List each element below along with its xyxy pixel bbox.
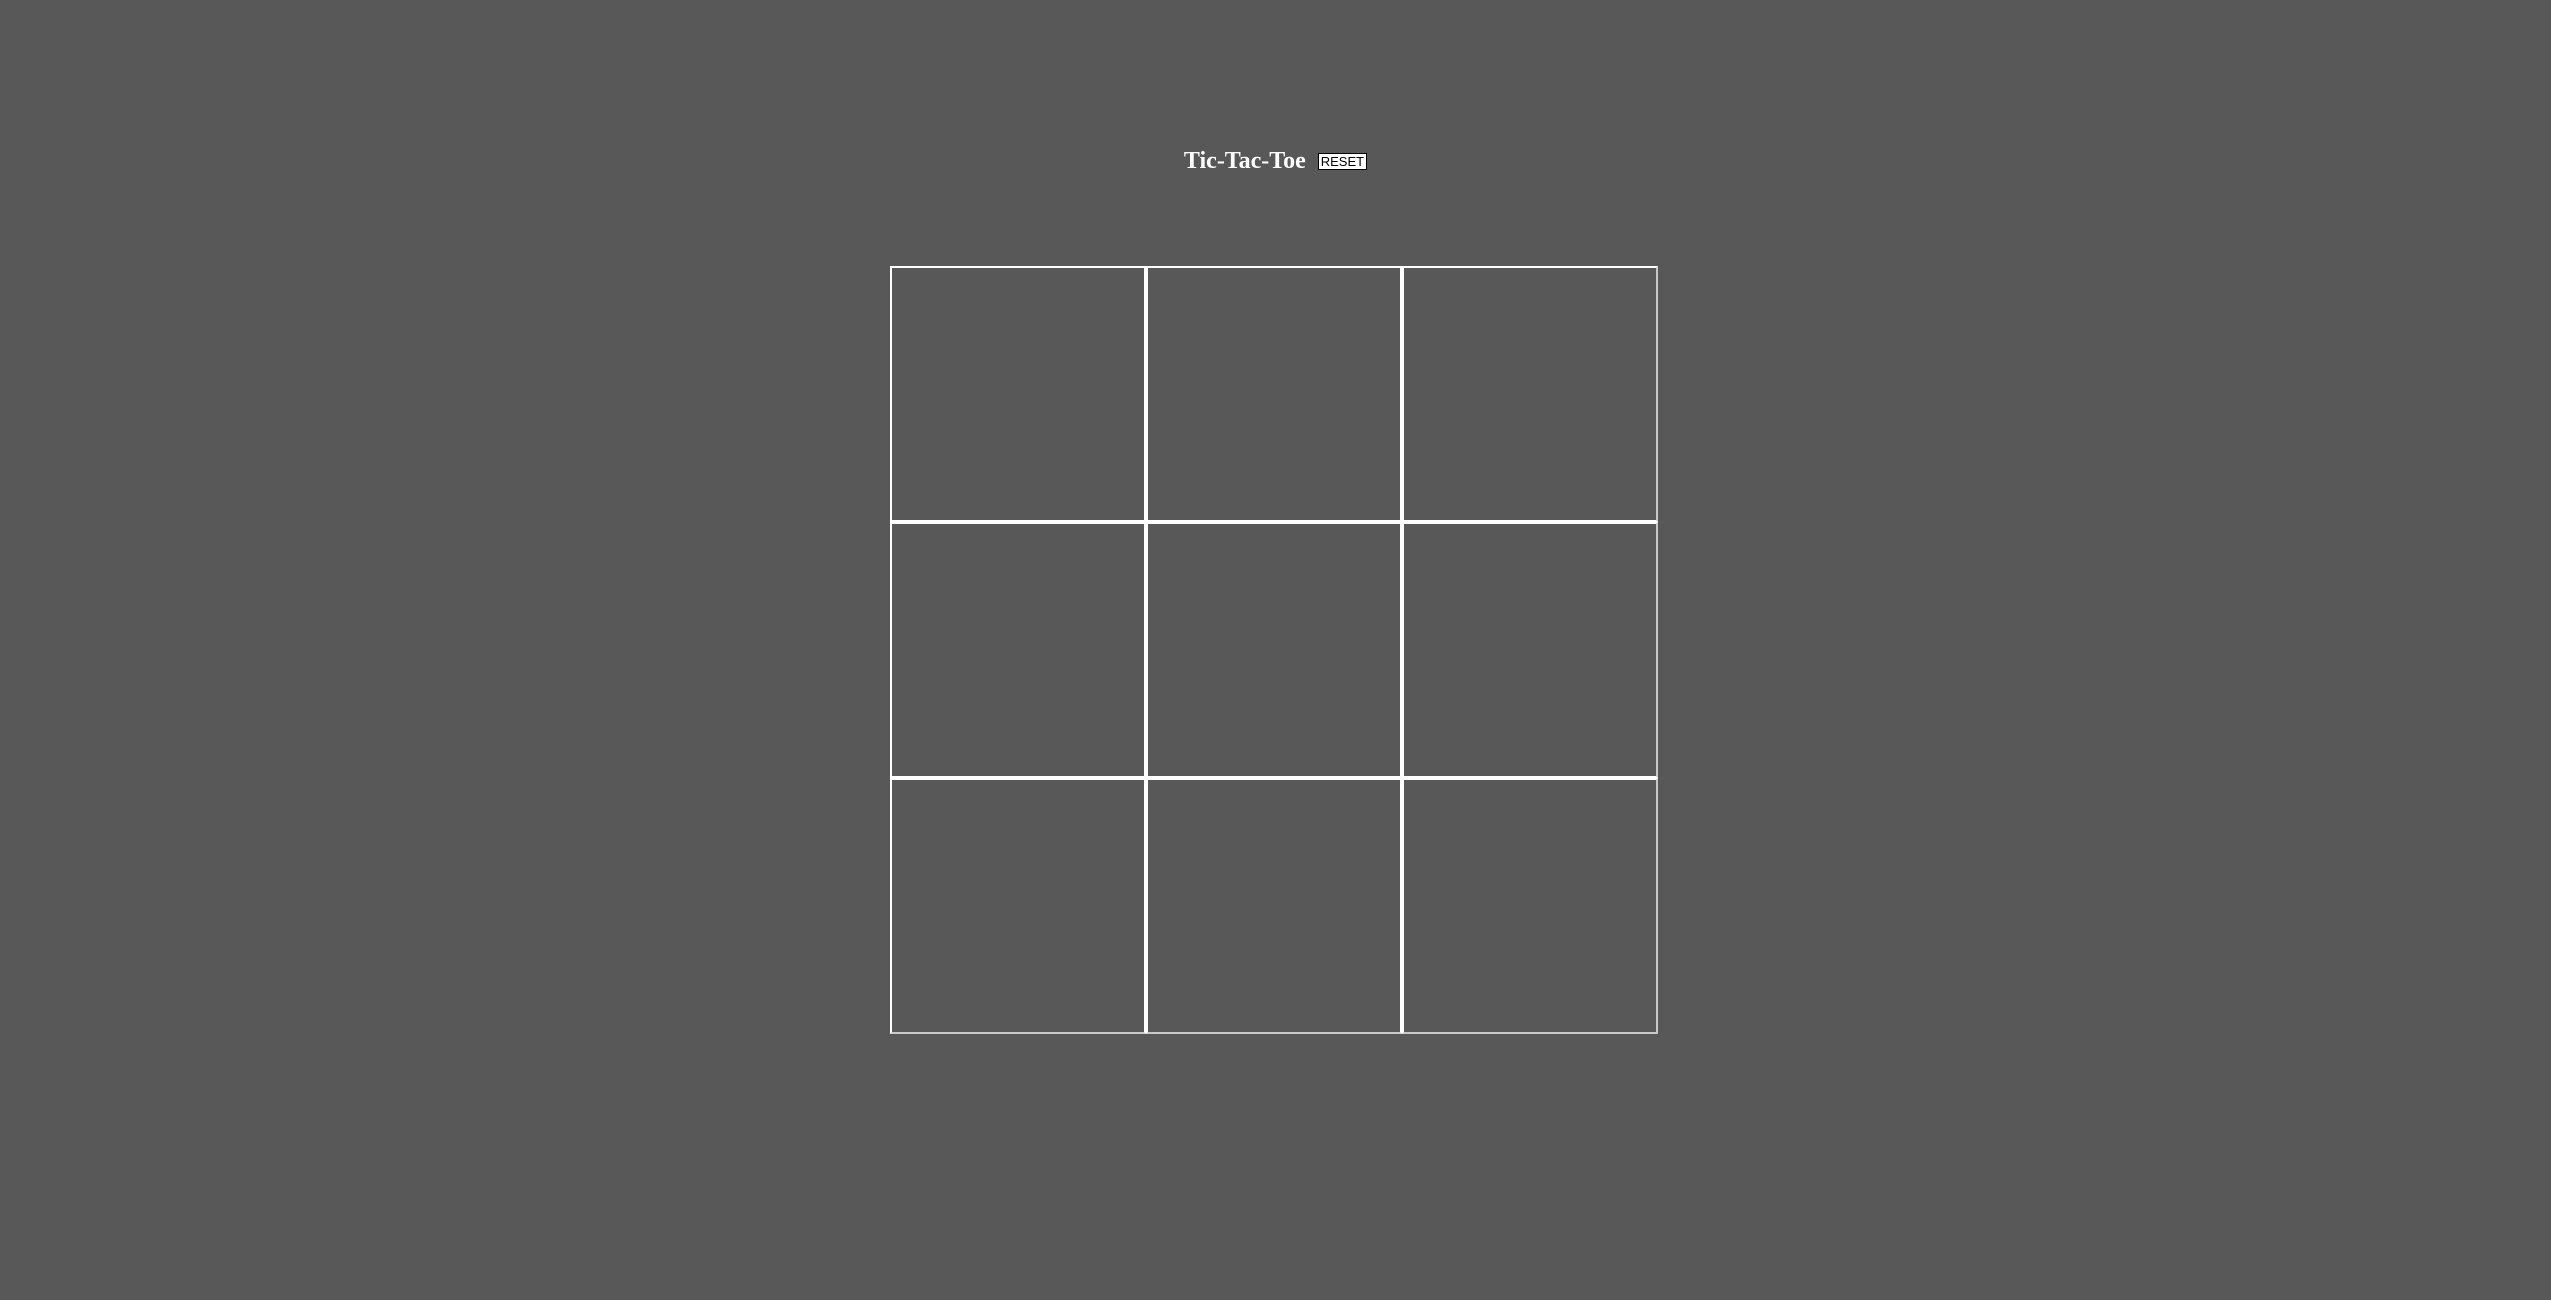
board-cell-1[interactable] — [890, 266, 1146, 522]
board-cell-4[interactable] — [890, 522, 1146, 778]
reset-button[interactable]: RESET — [1317, 152, 1368, 170]
board-cell-9[interactable] — [1402, 778, 1658, 1034]
board-cell-8[interactable] — [1146, 778, 1402, 1034]
board-cell-3[interactable] — [1402, 266, 1658, 522]
game-header: Tic-Tac-Toe RESET — [0, 143, 2551, 179]
board-cell-7[interactable] — [890, 778, 1146, 1034]
board-cell-5[interactable] — [1146, 522, 1402, 778]
board-cell-6[interactable] — [1402, 522, 1658, 778]
game-title: Tic-Tac-Toe — [1183, 148, 1306, 174]
game-board — [890, 266, 1658, 1034]
board-cell-2[interactable] — [1146, 266, 1402, 522]
